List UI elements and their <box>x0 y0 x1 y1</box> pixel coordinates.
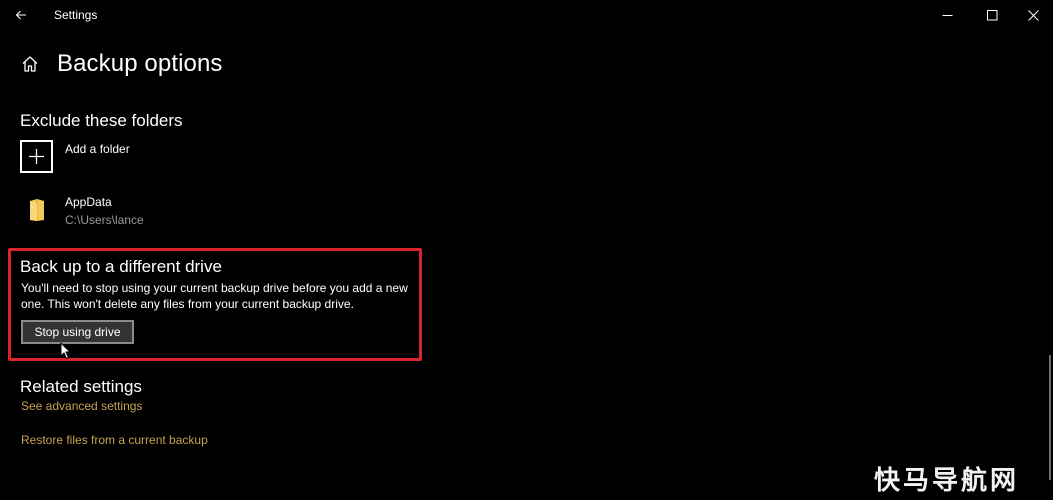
title-bar: Settings <box>0 0 1053 30</box>
back-arrow-icon <box>15 10 26 20</box>
back-button[interactable] <box>6 0 36 30</box>
different-drive-heading: Back up to a different drive <box>20 257 222 276</box>
maximize-icon <box>986 9 997 20</box>
excluded-folder-item[interactable]: AppData C:\Users\lance <box>20 193 144 227</box>
minimize-icon <box>942 14 952 16</box>
folder-name: AppData <box>65 195 112 209</box>
add-folder-label: Add a folder <box>65 142 130 156</box>
close-icon <box>1027 9 1039 21</box>
app-title: Settings <box>54 8 98 22</box>
maximize-button[interactable] <box>969 0 1015 30</box>
related-settings-heading: Related settings <box>20 377 142 396</box>
different-drive-description: You'll need to stop using your current b… <box>21 281 408 311</box>
home-icon[interactable] <box>20 54 40 74</box>
page-header: Backup options <box>20 48 223 80</box>
folder-path: C:\Users\lance <box>65 213 144 227</box>
mouse-cursor-icon <box>60 342 72 360</box>
add-folder-button[interactable]: Add a folder <box>20 140 130 173</box>
advanced-settings-link[interactable]: See advanced settings <box>21 399 142 413</box>
folder-icon <box>20 193 53 226</box>
settings-window: Settings Backup options Exclude these fo… <box>0 0 1053 500</box>
watermark: 快马导航网 <box>874 466 1020 496</box>
stop-using-drive-button[interactable]: Stop using drive <box>21 320 134 344</box>
minimize-button[interactable] <box>924 0 970 30</box>
close-button[interactable] <box>1010 0 1053 30</box>
restore-files-link[interactable]: Restore files from a current backup <box>21 433 208 447</box>
folder-text: AppData C:\Users\lance <box>65 195 144 227</box>
page-title: Backup options <box>57 50 223 77</box>
exclude-folders-heading: Exclude these folders <box>20 111 183 130</box>
plus-icon <box>20 140 53 173</box>
scrollbar[interactable] <box>1049 355 1051 480</box>
